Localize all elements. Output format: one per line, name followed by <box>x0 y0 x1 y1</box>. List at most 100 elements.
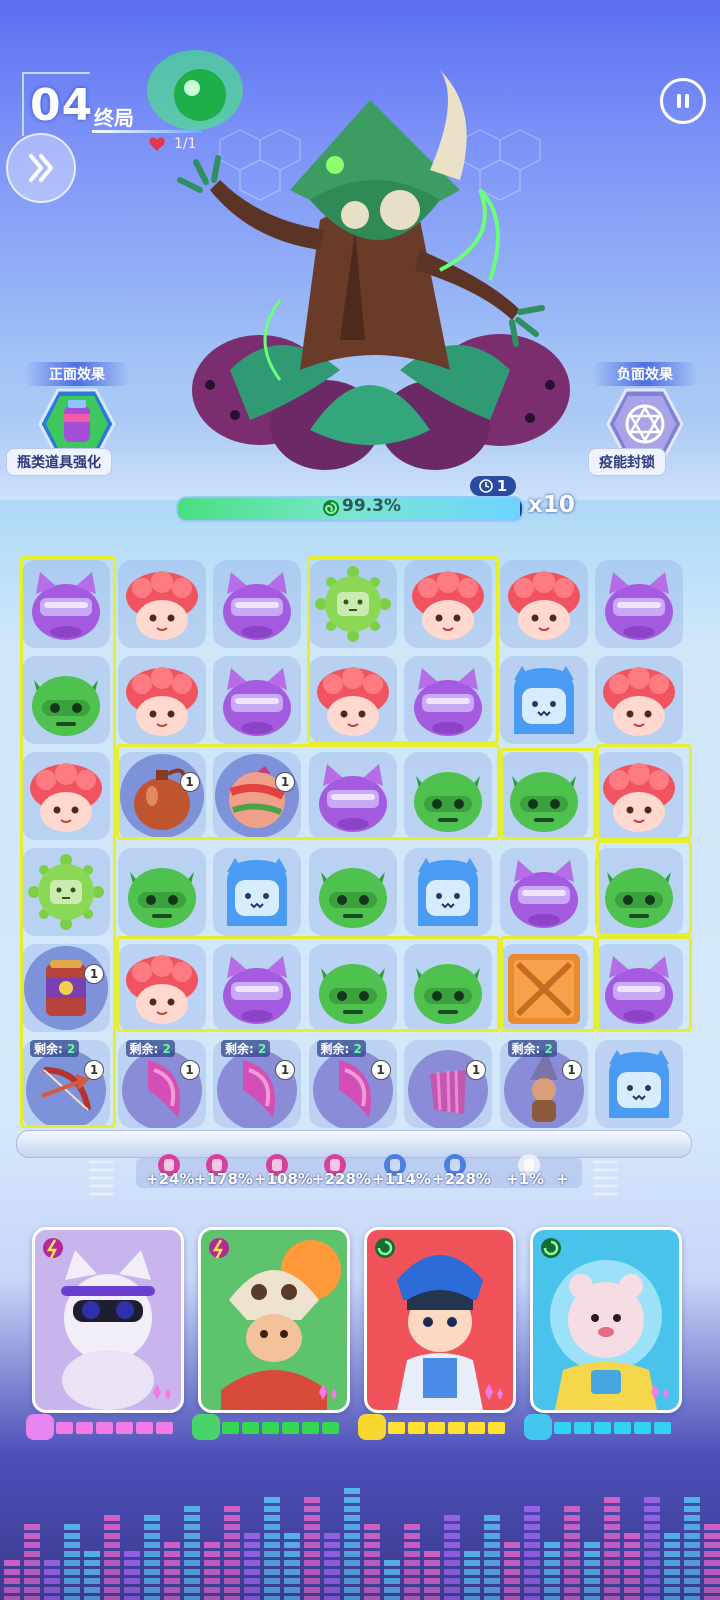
equalizer-bar <box>404 1533 420 1539</box>
equalizer-bar <box>124 1596 140 1600</box>
equalizer-bar <box>664 1596 680 1600</box>
boss-tree-monster[interactable] <box>140 40 600 480</box>
board-tile-purple-cat[interactable] <box>213 560 301 648</box>
board-tile-green-horned[interactable] <box>117 848 206 936</box>
equalizer-bar <box>264 1515 280 1521</box>
equalizer-bar <box>204 1542 220 1548</box>
equalizer-bar <box>244 1569 260 1575</box>
equalizer-bar <box>364 1560 380 1566</box>
equalizer-bar <box>104 1569 120 1575</box>
equalizer-bar <box>104 1587 120 1593</box>
equalizer-bar <box>144 1569 160 1575</box>
equalizer-bar <box>404 1542 420 1548</box>
board-tile-horn-item[interactable]: 1 剩余: 2 <box>117 1040 206 1130</box>
equalizer-bar <box>44 1560 60 1566</box>
pause-button[interactable] <box>660 78 706 124</box>
equalizer-bar <box>484 1578 500 1584</box>
board-tile-blue-ghost[interactable] <box>595 1040 683 1128</box>
equalizer-bar <box>304 1551 320 1557</box>
equalizer-bar <box>64 1569 80 1575</box>
equalizer-bar <box>324 1596 340 1600</box>
equalizer-bar <box>484 1524 500 1530</box>
equalizer-bar <box>604 1578 620 1584</box>
board-tile-purple-cat[interactable] <box>595 560 683 648</box>
board-tile-wizard-item[interactable]: 1 剩余: 2 <box>499 1040 588 1130</box>
equalizer-bar <box>184 1533 200 1539</box>
item-count-badge: 1 <box>370 1060 391 1080</box>
equalizer-bar <box>124 1587 140 1593</box>
board-tile-horn-item[interactable]: 1 剩余: 2 <box>213 1040 301 1130</box>
buff-value: +228% <box>312 1170 371 1188</box>
equalizer-bar <box>624 1596 640 1600</box>
equalizer-bar <box>304 1542 320 1548</box>
hero-element-icon <box>192 1414 220 1440</box>
hero-card-skull-caveman[interactable] <box>198 1227 350 1413</box>
fan-item-icon <box>408 1050 488 1130</box>
equalizer-bar <box>284 1551 300 1557</box>
equalizer-bar <box>124 1551 140 1557</box>
equalizer-bar <box>644 1596 660 1600</box>
board-tile-purple-cat[interactable] <box>213 656 301 744</box>
equalizer-bar <box>144 1515 160 1521</box>
board-tile-purple-cat[interactable] <box>499 848 588 936</box>
board-tile-red-curly[interactable] <box>499 560 588 648</box>
equalizer-bar <box>504 1560 520 1566</box>
equalizer-bar <box>124 1578 140 1584</box>
equalizer-bar <box>24 1524 40 1530</box>
buff-value: +114% <box>372 1170 431 1188</box>
equalizer-bar <box>404 1551 420 1557</box>
red-curly-icon <box>125 667 198 736</box>
board-tile-fan-item[interactable]: 1 <box>404 1040 492 1130</box>
board-tile-blue-ghost[interactable] <box>213 848 301 936</box>
equalizer-bar <box>684 1533 700 1539</box>
equalizer-bar <box>564 1569 580 1575</box>
equalizer-bar <box>444 1596 460 1600</box>
equalizer-bar <box>364 1596 380 1600</box>
equalizer-bar <box>444 1587 460 1593</box>
equalizer-bar <box>4 1560 20 1566</box>
board-tile-blue-ghost[interactable] <box>499 656 588 744</box>
equalizer-bar <box>24 1587 40 1593</box>
hero-card-blue-prince[interactable] <box>364 1227 516 1413</box>
equalizer-bar <box>704 1560 720 1566</box>
equalizer-bar <box>284 1542 300 1548</box>
equalizer-bar <box>104 1515 120 1521</box>
equalizer-bar <box>284 1578 300 1584</box>
equalizer-bar <box>464 1560 480 1566</box>
board-tile-blue-ghost[interactable] <box>404 848 492 936</box>
equalizer-bar <box>704 1542 720 1548</box>
energy-segment <box>222 1422 239 1434</box>
equalizer-bar <box>344 1542 360 1548</box>
buff-value: +108% <box>254 1170 313 1188</box>
equalizer-bar <box>364 1524 380 1530</box>
board-tile-red-curly[interactable] <box>595 656 683 744</box>
equalizer-bar <box>104 1542 120 1548</box>
equalizer-bar <box>384 1578 400 1584</box>
equalizer-bar <box>444 1578 460 1584</box>
equalizer-bar <box>524 1551 540 1557</box>
fast-forward-button[interactable] <box>6 133 76 203</box>
equalizer-bar <box>184 1587 200 1593</box>
equalizer-bar <box>624 1542 640 1548</box>
equalizer-bar <box>304 1569 320 1575</box>
hero-card-cat-dj[interactable] <box>32 1227 184 1413</box>
equalizer-bar <box>564 1533 580 1539</box>
equalizer-bar <box>64 1596 80 1600</box>
equalizer-bar <box>184 1506 200 1512</box>
board-tile-red-curly[interactable] <box>117 560 206 648</box>
equalizer-bar <box>184 1578 200 1584</box>
equalizer-bar <box>564 1542 580 1548</box>
equalizer-bar <box>4 1569 20 1575</box>
board-tile-red-curly[interactable] <box>117 656 206 744</box>
equalizer-bar <box>104 1578 120 1584</box>
equalizer-bar <box>524 1515 540 1521</box>
hero-card-astronaut-bear[interactable] <box>530 1227 682 1413</box>
board-tile-horn-item[interactable]: 1 剩余: 2 <box>308 1040 397 1130</box>
board-tile-green-horned[interactable] <box>308 848 397 936</box>
equalizer-bar <box>544 1596 560 1600</box>
equalizer-bar <box>624 1587 640 1593</box>
equalizer-bar <box>564 1578 580 1584</box>
red-curly-icon <box>507 571 580 640</box>
blue-ghost-icon <box>418 858 478 926</box>
equalizer-bar <box>244 1551 260 1557</box>
